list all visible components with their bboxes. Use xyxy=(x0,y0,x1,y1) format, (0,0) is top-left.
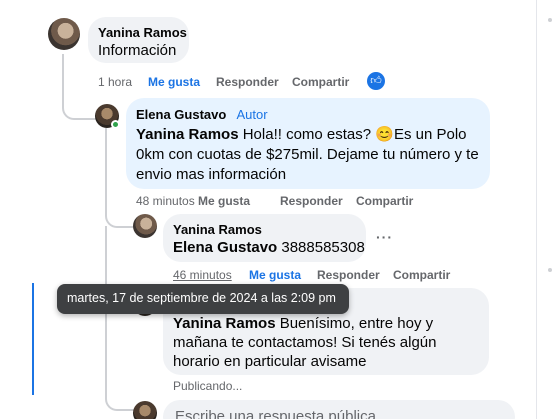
reply-button[interactable]: Responder xyxy=(216,75,279,89)
focus-indicator xyxy=(32,283,34,395)
online-status-dot xyxy=(111,120,120,129)
scroll-marker xyxy=(548,18,552,22)
timestamp-tooltip: martes, 17 de septiembre de 2024 a las 2… xyxy=(57,284,349,314)
thread-line-main xyxy=(62,54,98,120)
comment-time[interactable]: 46 minutos xyxy=(173,268,232,282)
share-button[interactable]: Compartir xyxy=(292,75,349,89)
reply-button[interactable]: Responder xyxy=(280,194,343,208)
avatar[interactable] xyxy=(133,401,157,419)
like-button[interactable]: Me gusta xyxy=(148,75,200,89)
comment-time[interactable]: 48 minutos xyxy=(136,194,195,208)
avatar[interactable] xyxy=(48,18,80,50)
comment-text: horario en particular avisame xyxy=(173,353,367,370)
comment-actions: 48 minutos Me gusta Responder Compartir xyxy=(136,194,426,210)
comment-text: Información xyxy=(98,42,177,59)
comment-author[interactable]: Yanina Ramos xyxy=(98,25,187,40)
comment-header: Elena Gustavo Autor xyxy=(136,106,268,123)
author-comment-bubble: Elena Gustavo Autor Yanina Ramos Hola!! … xyxy=(126,98,490,189)
comment-bubble: Yanina Ramos Elena Gustavo 3888585308 xyxy=(163,214,366,262)
reply-input[interactable]: Escribe una respuesta pública... xyxy=(175,408,388,419)
more-options-icon[interactable]: ··· xyxy=(376,229,393,245)
comment-text: 0km con cuotas de $275mil. Dejame tu núm… xyxy=(136,146,479,163)
scroll-marker xyxy=(548,268,552,272)
reply-button[interactable]: Responder xyxy=(317,268,380,282)
comment-text: Elena Gustavo 3888585308 xyxy=(173,239,365,256)
mention-link[interactable]: Yanina Ramos xyxy=(136,126,239,143)
tooltip-text: martes, 17 de septiembre de 2024 a las 2… xyxy=(67,291,336,305)
comment-text: Yanina Ramos Hola!! como estas? 😊Es un P… xyxy=(136,126,467,143)
comment-actions: 46 minutos Me gusta Responder Compartir xyxy=(173,268,463,284)
scroll-divider xyxy=(536,0,537,419)
comment-bubble: Yanina Ramos Información xyxy=(88,17,189,63)
reply-input-box[interactable]: Escribe una respuesta pública... xyxy=(163,400,515,419)
share-button[interactable]: Compartir xyxy=(356,194,413,208)
comment-text: Yanina Ramos Buenísimo, entre hoy y xyxy=(173,315,434,332)
comment-actions: 1 hora Me gusta Responder Compartir xyxy=(98,75,378,91)
comment-time[interactable]: 1 hora xyxy=(98,75,132,89)
like-button[interactable]: Me gusta xyxy=(198,194,250,208)
comment-text: mañana te contactamos! Si tenés algún xyxy=(173,334,437,351)
thread-line-replies-lower xyxy=(105,226,135,411)
share-button[interactable]: Compartir xyxy=(393,268,450,282)
like-reaction-icon[interactable]: 👍︎ xyxy=(367,72,385,90)
mention-link[interactable]: Yanina Ramos xyxy=(173,315,276,332)
publishing-status: Publicando... xyxy=(173,379,243,393)
mention-link[interactable]: Elena Gustavo xyxy=(173,239,277,256)
comment-text: envio mas información xyxy=(136,166,287,183)
author-badge: Autor xyxy=(236,107,268,122)
comment-author[interactable]: Elena Gustavo xyxy=(136,107,226,122)
comment-author[interactable]: Yanina Ramos xyxy=(173,222,262,237)
like-button[interactable]: Me gusta xyxy=(249,268,301,282)
avatar[interactable] xyxy=(133,214,157,238)
